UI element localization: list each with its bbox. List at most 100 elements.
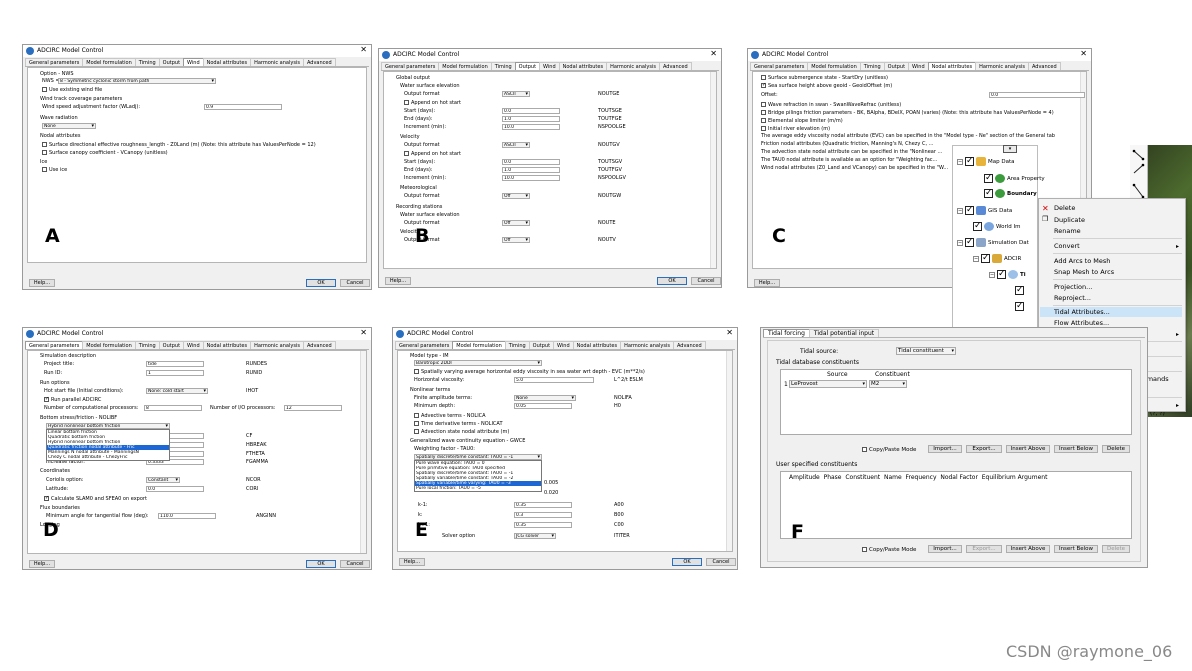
tab-timing[interactable]: Timing <box>504 341 530 349</box>
surface-roughness-checkbox[interactable] <box>42 142 47 147</box>
slope-row[interactable]: Elemental slope limiter (m/m) <box>761 118 843 124</box>
tab-general[interactable]: General parameters <box>25 341 84 349</box>
help-button[interactable]: Help... <box>385 277 411 285</box>
tree-node-adcirc[interactable]: − ADCIR <box>973 253 1021 263</box>
tab-nodal-attributes[interactable]: Nodal attributes <box>202 58 252 66</box>
velocity-append-checkbox[interactable] <box>404 151 409 156</box>
swan-checkbox[interactable] <box>761 102 766 107</box>
tab-advanced[interactable]: Advanced <box>672 341 706 349</box>
append-checkbox[interactable] <box>404 100 409 105</box>
help-button[interactable]: Help... <box>754 279 780 287</box>
station-format-select[interactable]: Off <box>502 220 530 226</box>
append-row[interactable]: Append on hot start <box>404 100 461 106</box>
checkbox-icon[interactable] <box>1015 301 1024 311</box>
ok-button[interactable]: OK <box>657 277 687 285</box>
tab-model-formulation[interactable]: Model formulation <box>807 62 861 70</box>
tree-node-child-2[interactable] <box>1015 301 1026 311</box>
time-derivative-checkbox[interactable] <box>414 421 419 426</box>
calc-slam-row[interactable]: Calculate SLAM0 and SFEA0 on export <box>44 496 147 502</box>
spatially-varying-row[interactable]: Spatially varying average horizontal edd… <box>414 369 645 375</box>
vertical-scrollbar[interactable] <box>726 351 732 551</box>
tab-nodal-attributes[interactable]: Nodal attributes <box>927 62 977 70</box>
delete-button[interactable]: Delete <box>1102 445 1130 453</box>
use-existing-wind-row[interactable]: Use existing wind file <box>42 87 102 93</box>
project-title-input[interactable]: tide <box>146 361 204 367</box>
help-button[interactable]: Help... <box>29 279 55 287</box>
collapse-icon[interactable]: − <box>957 158 963 165</box>
close-icon[interactable]: ✕ <box>360 329 367 337</box>
cancel-button[interactable]: Cancel <box>340 279 370 287</box>
user-copy-paste-row[interactable]: Copy/Paste Mode <box>862 547 916 554</box>
time-derivative-row[interactable]: Time derivative terms - NOLICAT <box>414 421 503 427</box>
tab-model-formulation[interactable]: Model formulation <box>438 62 492 70</box>
tab-output[interactable]: Output <box>158 58 185 66</box>
tab-output[interactable]: Output <box>883 62 910 70</box>
tree-toolbar-icon[interactable]: ▾ <box>1003 145 1017 153</box>
menu-item-projection[interactable]: Projection... <box>1054 282 1182 292</box>
tab-nodal-attributes[interactable]: Nodal attributes <box>558 62 608 70</box>
use-existing-wind-checkbox[interactable] <box>42 87 47 92</box>
menu-item-rename[interactable]: Rename <box>1054 226 1182 236</box>
nws-select[interactable]: 8 - Symmetric cyclonic storm from path <box>58 78 216 84</box>
tree-node-map-data[interactable]: − Map Data <box>957 156 1015 166</box>
solver-select[interactable]: JCG solver <box>514 533 556 539</box>
close-icon[interactable]: ✕ <box>726 329 733 337</box>
tab-output[interactable]: Output <box>528 341 555 349</box>
tree-node-gis-data[interactable]: − GIS Data <box>957 205 1012 215</box>
tab-timing[interactable]: Timing <box>134 58 160 66</box>
slope-checkbox[interactable] <box>761 118 766 123</box>
tab-nodal-attributes[interactable]: Nodal attributes <box>572 341 622 349</box>
tab-advanced[interactable]: Advanced <box>302 341 336 349</box>
river-row[interactable]: Initial river elevation (m) <box>761 126 830 132</box>
close-icon[interactable]: ✕ <box>710 50 717 58</box>
offset-input[interactable]: 0.0 <box>989 92 1085 98</box>
startdry-checkbox[interactable] <box>761 75 766 80</box>
min-angle-input[interactable]: 110.0 <box>158 513 216 519</box>
user-import-button[interactable]: Import... <box>928 545 962 553</box>
tab-tidal-potential[interactable]: Tidal potential input <box>808 329 880 337</box>
tab-wind[interactable]: Wind <box>553 341 574 349</box>
hot-start-select[interactable]: None: cold start <box>146 388 208 394</box>
tab-output[interactable]: Output <box>514 62 541 70</box>
spatially-varying-checkbox[interactable] <box>414 369 419 374</box>
num-comp-input[interactable]: 8 <box>144 405 202 411</box>
tab-model-formulation[interactable]: Model formulation <box>452 341 506 349</box>
wse-format-select[interactable]: ASCII <box>502 91 530 97</box>
river-checkbox[interactable] <box>761 126 766 131</box>
tree-node-simulation-data[interactable]: − Simulation Dat <box>957 237 1029 247</box>
canopy-row[interactable]: Surface canopy coefficient - VCanopy (un… <box>42 150 168 156</box>
tab-wind[interactable]: Wind <box>908 62 929 70</box>
insert-below-button[interactable]: Insert Below <box>1054 445 1098 453</box>
start-days-input[interactable]: 0.0 <box>502 108 560 114</box>
velocity-start-input[interactable]: 0.0 <box>502 159 560 165</box>
menu-item-reproject[interactable]: Reproject... <box>1054 293 1182 303</box>
import-button[interactable]: Import... <box>928 445 962 453</box>
cancel-button[interactable]: Cancel <box>340 560 370 568</box>
tree-node-tidal[interactable]: − Ti <box>989 269 1026 279</box>
advection-state-checkbox[interactable] <box>414 429 419 434</box>
swan-row[interactable]: Wave refraction in swan - SwanWaveRefrac… <box>761 102 901 108</box>
collapse-icon[interactable]: − <box>989 271 995 278</box>
k-minus-1-input[interactable]: 0.35 <box>514 502 572 508</box>
use-ice-row[interactable]: Use ice <box>42 167 67 173</box>
menu-item-convert[interactable]: Convert <box>1054 241 1182 251</box>
close-icon[interactable]: ✕ <box>360 46 367 54</box>
checkbox-icon[interactable] <box>984 188 993 198</box>
tree-node-child-1[interactable] <box>1015 285 1026 295</box>
tab-timing[interactable]: Timing <box>859 62 885 70</box>
tab-harmonic[interactable]: Harmonic analysis <box>620 341 674 349</box>
k-input[interactable]: 0.3 <box>514 512 572 518</box>
tab-timing[interactable]: Timing <box>490 62 516 70</box>
advective-row[interactable]: Advective terms - NOLICA <box>414 413 486 419</box>
tab-harmonic[interactable]: Harmonic analysis <box>975 62 1029 70</box>
velocity-end-input[interactable]: 1.0 <box>502 167 560 173</box>
ok-button[interactable]: OK <box>306 279 336 287</box>
num-io-input[interactable]: 12 <box>284 405 342 411</box>
bridge-checkbox[interactable] <box>761 110 766 115</box>
coriolis-select[interactable]: Constant <box>146 477 180 483</box>
copy-paste-checkbox[interactable] <box>862 447 867 452</box>
wave-radiation-select[interactable]: None <box>42 123 96 129</box>
copy-paste-row[interactable]: Copy/Paste Mode <box>862 447 916 454</box>
ok-button[interactable]: OK <box>306 560 336 568</box>
horizontal-viscosity-input[interactable]: 5.0 <box>514 377 594 383</box>
